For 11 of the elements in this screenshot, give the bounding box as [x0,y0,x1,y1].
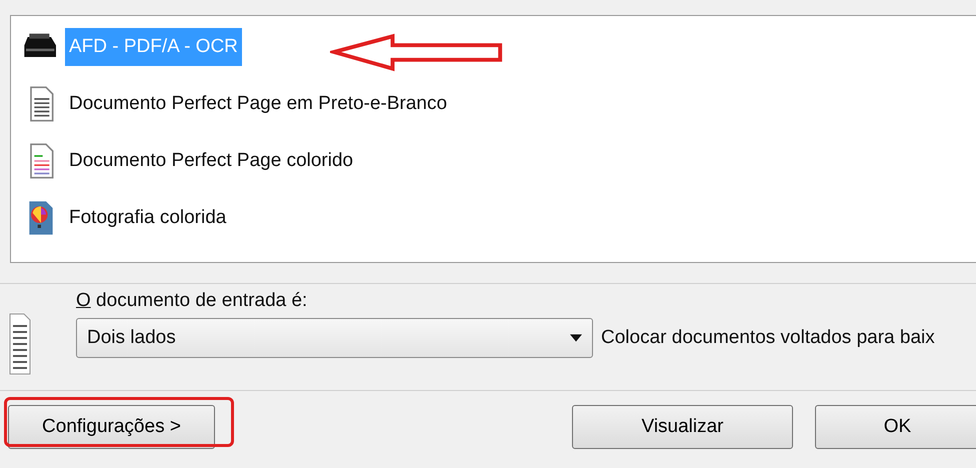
profile-item[interactable]: Documento Perfect Page em Preto-e-Branco [65,84,452,122]
field-label: O documento de entrada é: [76,290,308,312]
sides-dropdown[interactable]: Dois lados [76,318,593,358]
profile-item[interactable]: Fotografia colorida [65,198,230,236]
caret-icon [570,334,582,342]
profile-item[interactable]: Documento Perfect Page colorido [65,142,358,180]
preview-button[interactable]: Visualizar [572,405,793,449]
settings-button[interactable]: Configurações > [8,405,215,449]
ok-button[interactable]: OK [815,405,976,449]
document-icon [8,312,32,376]
hint-text: Colocar documentos voltados para baix [601,327,935,349]
